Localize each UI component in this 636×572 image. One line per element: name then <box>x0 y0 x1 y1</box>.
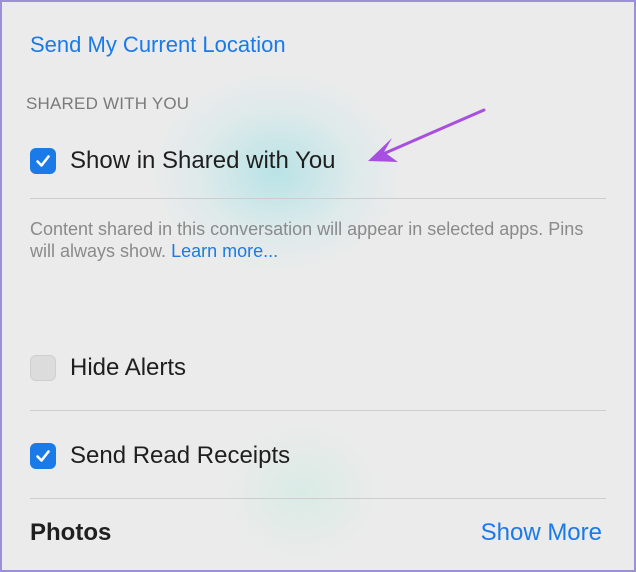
conversation-details-panel: Send My Current Location SHARED WITH YOU… <box>0 0 636 572</box>
description-text: Content shared in this conversation will… <box>30 219 584 261</box>
show-more-photos-link[interactable]: Show More <box>481 519 602 547</box>
shared-with-you-header: SHARED WITH YOU <box>26 94 190 113</box>
send-current-location-link[interactable]: Send My Current Location <box>30 32 286 58</box>
show-in-shared-checkbox[interactable] <box>30 148 56 174</box>
divider <box>30 498 606 499</box>
checkmark-icon <box>36 155 50 167</box>
learn-more-link[interactable]: Learn more... <box>171 241 278 261</box>
send-read-receipts-row[interactable]: Send Read Receipts <box>30 442 290 470</box>
divider <box>30 198 606 199</box>
send-read-receipts-label: Send Read Receipts <box>70 442 291 469</box>
photos-section-title: Photos <box>30 519 112 546</box>
divider <box>30 410 606 411</box>
send-read-receipts-checkbox[interactable] <box>30 443 56 469</box>
annotation-arrow-icon <box>368 108 486 162</box>
show-in-shared-label: Show in Shared with You <box>70 147 336 174</box>
show-in-shared-row[interactable]: Show in Shared with You <box>30 147 336 175</box>
checkmark-icon <box>36 450 50 462</box>
hide-alerts-checkbox[interactable] <box>30 355 56 381</box>
hide-alerts-row[interactable]: Hide Alerts <box>30 354 186 382</box>
shared-with-you-description: Content shared in this conversation will… <box>30 218 610 262</box>
hide-alerts-label: Hide Alerts <box>70 354 187 381</box>
